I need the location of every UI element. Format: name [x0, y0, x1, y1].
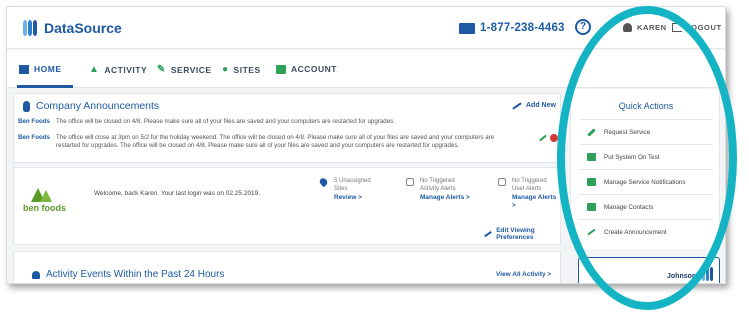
tab-home[interactable]: HOME	[19, 64, 62, 74]
home-icon	[19, 64, 29, 74]
activity-alerts-stat: No Triggered Activity Alerts Manage Aler…	[406, 178, 470, 202]
announcements-title: Company Announcements	[23, 100, 159, 112]
phone-number[interactable]: 1-877-238-4463	[459, 22, 565, 34]
phone-text: 1-877-238-4463	[480, 22, 565, 34]
datasource-logo[interactable]: DataSource	[21, 19, 122, 37]
request-service-action[interactable]: Request Service	[579, 119, 713, 144]
help-icon[interactable]: ?	[575, 19, 591, 35]
pencil-icon	[484, 230, 493, 238]
announcement-row: Ben Foods The office will close at 3pm o…	[18, 134, 496, 150]
tab-account[interactable]: ACCOUNT	[276, 64, 337, 74]
user-name: KAREN	[637, 23, 667, 32]
ben-foods-logo: ben foods	[23, 188, 67, 216]
contacts-icon	[587, 203, 596, 211]
tab-service[interactable]: ✎ SERVICE	[157, 64, 212, 75]
top-header: DataSource 1-877-238-4463 ? KAREN LOGOUT	[7, 7, 725, 49]
active-tab-indicator	[17, 85, 73, 88]
ben-foods-logo-text: ben foods	[23, 203, 66, 213]
pencil-icon	[512, 101, 522, 110]
datasource-logo-icon	[21, 19, 39, 37]
johnson-label: Johnson	[667, 273, 697, 280]
view-all-activity-link[interactable]: View All Activity >	[496, 271, 551, 278]
announcement-text: The office will be closed on 4/8. Please…	[55, 118, 395, 125]
logout-button[interactable]: LOGOUT	[672, 23, 722, 32]
manage-service-notifications-action[interactable]: Manage Service Notifications	[579, 169, 713, 194]
activity-panel: Activity Events Within the Past 24 Hours…	[13, 251, 561, 283]
edit-preferences-label: Edit Viewing Preferences	[496, 227, 535, 241]
app-window: DataSource 1-877-238-4463 ? KAREN LOGOUT…	[6, 6, 726, 284]
main-nav: HOME ▲ ACTIVITY ✎ SERVICE ● SITES ACCOUN…	[7, 50, 725, 88]
tab-sites[interactable]: ● SITES	[222, 64, 261, 75]
add-announcement-button[interactable]: Add New	[512, 101, 556, 110]
welcome-panel: ben foods Welcome, back Karen. Your last…	[13, 167, 561, 245]
bell-icon	[32, 270, 40, 279]
johnson-logo-icon	[701, 267, 715, 281]
announcement-company: Ben Foods	[18, 118, 50, 125]
put-system-on-test-action[interactable]: Put System On Test	[579, 144, 713, 169]
edit-announcement-icon[interactable]	[539, 134, 547, 142]
tab-account-label: ACCOUNT	[291, 64, 337, 74]
manage-contacts-action[interactable]: Manage Contacts	[579, 194, 713, 219]
activity-title: Activity Events Within the Past 24 Hours	[32, 269, 224, 280]
manage-user-alerts-link[interactable]: Manage Alerts >	[498, 194, 560, 209]
quick-actions-panel: Quick Actions Request Service Put System…	[570, 89, 720, 249]
pin-icon: ●	[222, 64, 229, 75]
announcement-row: Ben Foods The office will be closed on 4…	[18, 118, 496, 126]
announcement-text: The office will close at 3pm on 5/2 for …	[55, 134, 495, 149]
stat-line: User Alerts	[512, 185, 542, 192]
action-label: Put System On Test	[604, 153, 660, 161]
tab-service-label: SERVICE	[170, 64, 212, 75]
announcements-title-text: Company Announcements	[36, 100, 160, 112]
action-label: Manage Service Notifications	[604, 178, 686, 186]
tab-activity[interactable]: ▲ ACTIVITY	[89, 64, 147, 75]
wrench-icon: ✎	[157, 64, 166, 75]
action-label: Create Announcement	[604, 228, 667, 236]
create-announcement-action[interactable]: Create Announcement	[579, 219, 713, 244]
tab-activity-label: ACTIVITY	[104, 64, 148, 75]
quick-actions-title: Quick Actions	[618, 101, 674, 111]
brand-name: DataSource	[44, 20, 122, 36]
add-new-label: Add New	[526, 102, 556, 109]
announcement-company: Ben Foods	[18, 134, 50, 141]
stat-line: No Triggered	[420, 178, 455, 184]
action-label: Request Service	[604, 128, 651, 136]
message-icon	[587, 178, 596, 186]
announcements-panel: Company Announcements Add New Ben Foods …	[13, 93, 561, 163]
user-menu[interactable]: KAREN	[623, 23, 667, 32]
phone-card-icon	[459, 22, 475, 34]
bell-icon: ▲	[89, 64, 100, 75]
stat-line: No Triggered	[512, 178, 547, 184]
manage-activity-alerts-link[interactable]: Manage Alerts >	[406, 194, 470, 202]
stat-line: Sites	[334, 185, 348, 192]
pencil-icon	[587, 228, 596, 236]
tab-sites-label: SITES	[233, 64, 261, 75]
microphone-icon	[23, 100, 30, 112]
welcome-message: Welcome, back Karen. Your last login was…	[94, 190, 261, 197]
stat-line: Activity Alerts	[420, 185, 456, 192]
user-icon	[623, 23, 632, 32]
alert-off-icon	[406, 178, 414, 186]
johnson-panel: Johnson	[578, 257, 720, 283]
review-sites-link[interactable]: Review >	[320, 194, 371, 202]
delete-announcement-icon[interactable]	[550, 134, 558, 142]
unassigned-sites-stat: 5 Unassigned Sites Review >	[318, 176, 371, 202]
action-label: Manage Contacts	[604, 203, 654, 211]
user-alerts-stat: No Triggered User Alerts Manage Alerts >	[498, 178, 560, 209]
logout-icon	[672, 23, 682, 32]
checkbox-icon	[587, 153, 596, 161]
logout-label: LOGOUT	[686, 23, 722, 32]
account-icon	[276, 64, 286, 74]
wrench-icon	[587, 127, 596, 137]
activity-title-text: Activity Events Within the Past 24 Hours	[46, 269, 225, 280]
alert-off-icon	[498, 178, 506, 186]
edit-viewing-preferences-link[interactable]: Edit Viewing Preferences	[484, 227, 560, 241]
tab-home-label: HOME	[34, 64, 62, 74]
